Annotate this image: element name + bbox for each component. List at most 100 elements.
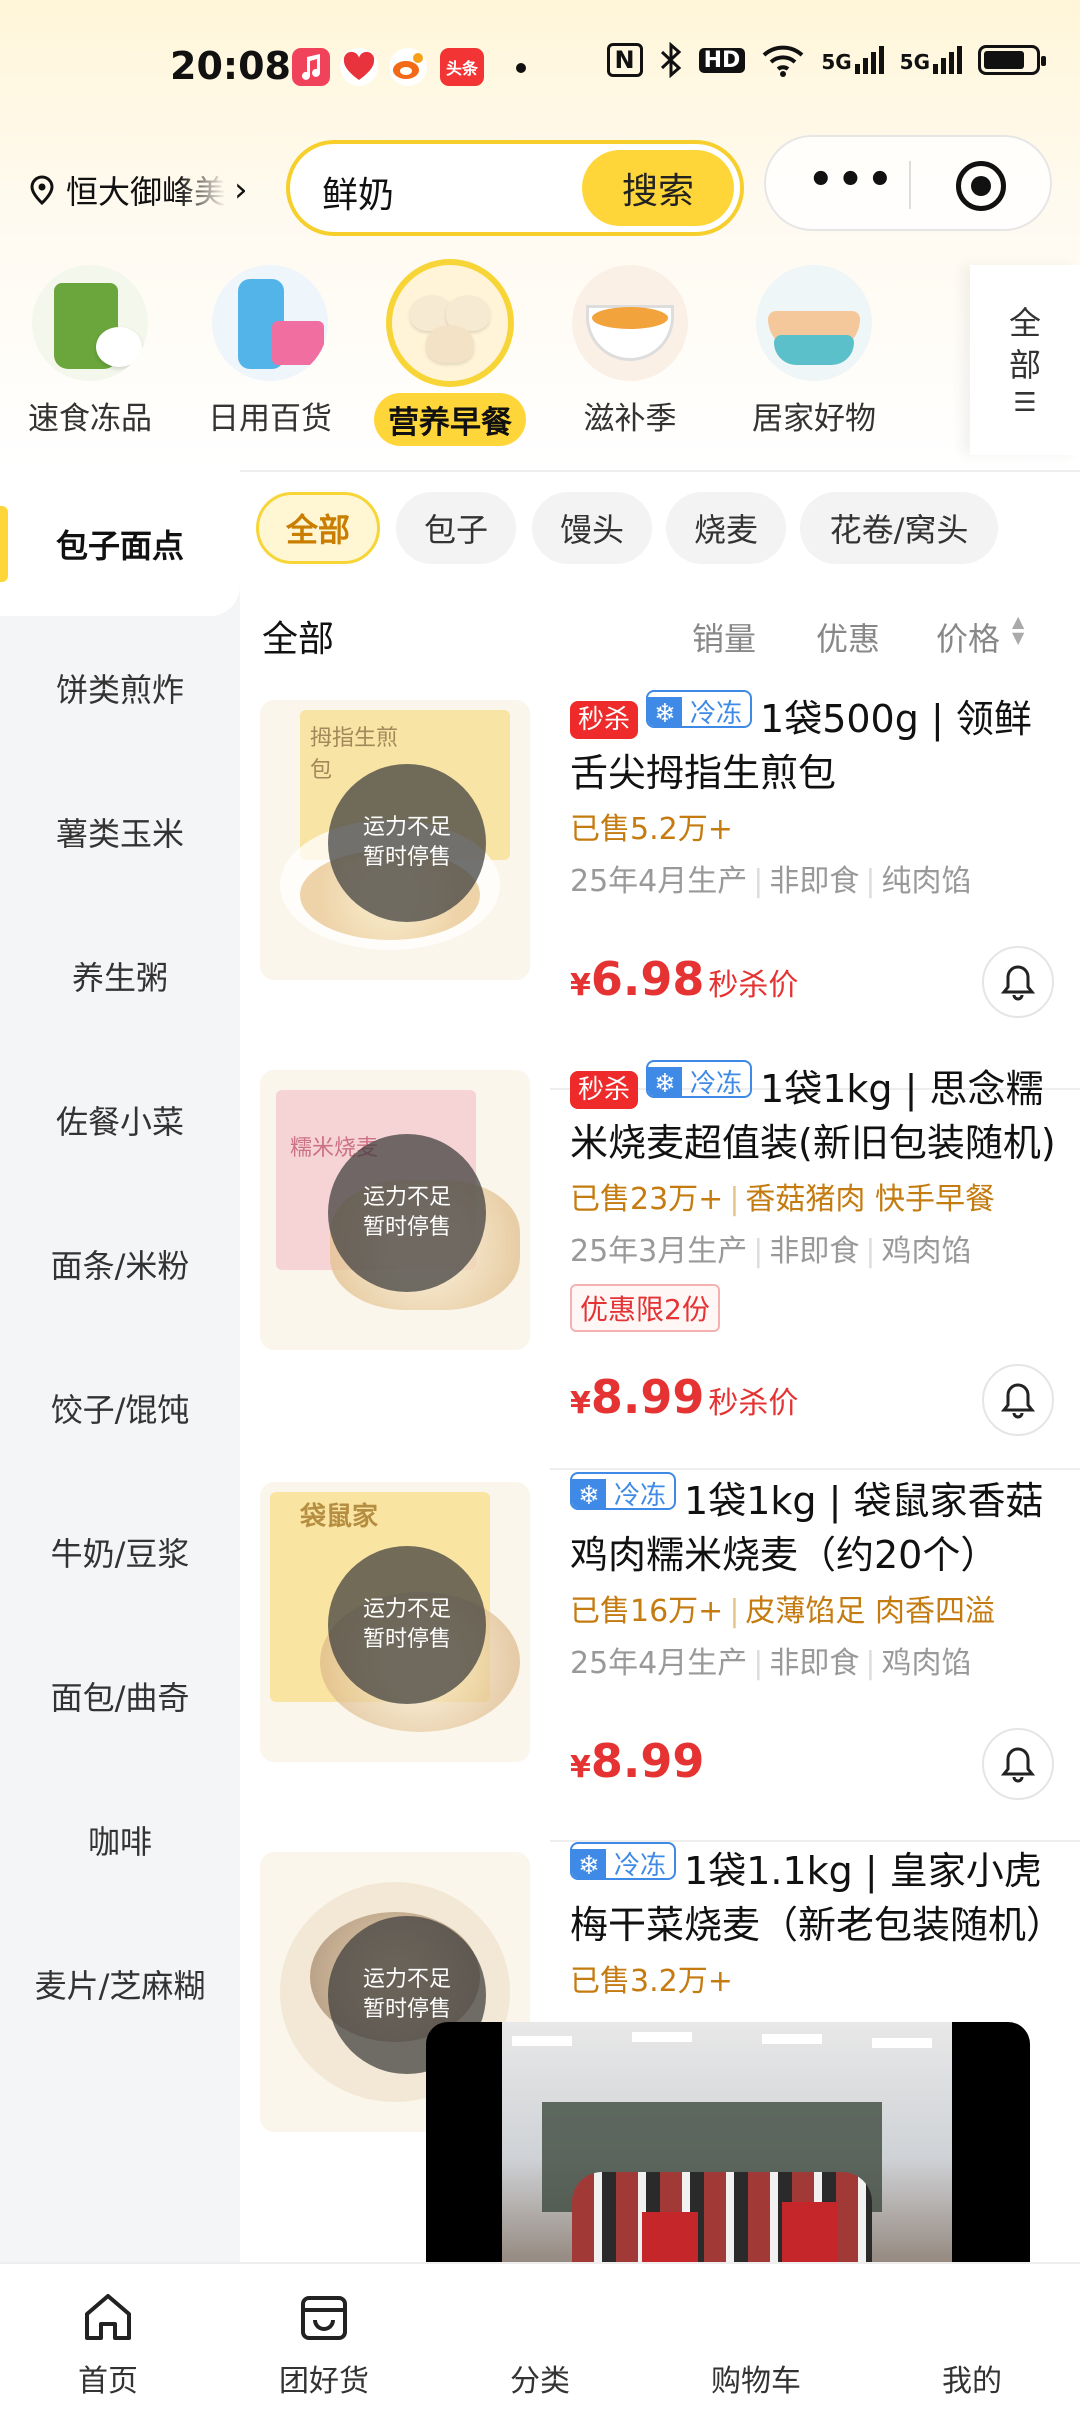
frozen-tag-text: 冷冻	[614, 1481, 667, 1510]
product-image: 拇指生煎包 运力不足 暂时停售	[260, 700, 530, 980]
all-categories-label: 全部	[1008, 304, 1041, 384]
sidebar-item[interactable]: 养生粥	[0, 904, 240, 1048]
music-app-icon	[292, 48, 330, 86]
sidebar-item-active[interactable]: 包子面点	[0, 472, 240, 616]
coupon-badge: 优惠限2份	[570, 1284, 720, 1332]
notify-bell-button[interactable]	[982, 1364, 1054, 1436]
sidebar-item[interactable]: 佐餐小菜	[0, 1048, 240, 1192]
search-input[interactable]: 鲜奶	[322, 166, 394, 218]
location-selector[interactable]: 恒大御峰美 ›	[26, 165, 261, 215]
nav-category[interactable]: 分类	[460, 2282, 620, 2400]
home-icon	[28, 2282, 188, 2352]
selling-points: 皮薄馅足 肉香四溢	[745, 1594, 995, 1629]
price-label: 秒杀价	[708, 1386, 799, 1421]
meta-item: 非即食	[769, 1646, 860, 1681]
heart-app-icon	[340, 48, 378, 86]
nav-home[interactable]: 首页	[28, 2282, 188, 2400]
product-title-text: 1袋500g | 领鲜舌尖拇指生煎包	[570, 697, 1032, 795]
sidebar-item[interactable]: 咖啡	[0, 1768, 240, 1912]
signal-icon: 5G	[900, 46, 962, 74]
signal-bar	[854, 64, 860, 74]
meta-item: 25年4月生产	[570, 864, 748, 899]
product-title-text: 1袋1kg | 思念糯米烧麦超值装(新旧包装随机)	[570, 1067, 1056, 1165]
sidebar-item[interactable]: 饺子/馄饨	[0, 1336, 240, 1480]
selling-points: 香菇猪肉 快手早餐	[745, 1182, 995, 1217]
sold-count: 已售3.2万+	[570, 1964, 733, 1999]
category-item-active[interactable]: 营养早餐	[360, 265, 540, 446]
snowflake-icon: ❄	[572, 1849, 606, 1878]
list-title: 全部	[262, 619, 335, 660]
category-item[interactable]: 居家好物	[724, 265, 904, 438]
search-bar[interactable]: 鲜奶 搜索	[286, 140, 744, 236]
category-item[interactable]: 滋补季	[540, 265, 720, 438]
snowflake-icon: ❄	[648, 1067, 683, 1096]
chip-mantou[interactable]: 馒头	[532, 492, 652, 564]
sort-by-sales[interactable]: 销量	[692, 614, 756, 660]
price-label: 秒杀价	[708, 968, 799, 1003]
currency-symbol: ¥	[570, 968, 591, 1003]
frozen-tag-text: 冷冻	[614, 1851, 667, 1880]
nfc-icon: N	[606, 43, 643, 77]
bottom-navigation: 首页 团好货 分类 购物车 我的	[0, 2262, 1080, 2412]
instant-food-image	[32, 265, 148, 381]
weibo-app-icon	[389, 48, 427, 86]
close-mini-program-icon[interactable]	[956, 161, 1006, 211]
product-card[interactable]: 袋鼠家 运力不足 暂时停售 ❄ 冷冻 1袋1kg | 袋鼠家香菇鸡肉糯米烧麦（约20…	[240, 1472, 1080, 1842]
product-image: 袋鼠家 运力不足 暂时停售	[260, 1482, 530, 1762]
profile-icon	[892, 2282, 1052, 2352]
chip-shaomai[interactable]: 烧麦	[666, 492, 786, 564]
sort-by-price[interactable]: 价格	[936, 614, 1000, 660]
notify-bell-button[interactable]	[982, 946, 1054, 1018]
sold-count: 已售16万+ | 皮薄馅足 肉香四溢	[570, 1586, 1060, 1630]
bell-icon	[1000, 1747, 1036, 1783]
product-meta: 25年4月生产 | 非即食 | 鸡肉馅	[570, 1638, 1060, 1682]
sidebar-item[interactable]: 薯类玉米	[0, 760, 240, 904]
sidebar-item[interactable]: 牛奶/豆浆	[0, 1480, 240, 1624]
nav-group-deals[interactable]: 团好货	[244, 2282, 404, 2400]
sidebar-item[interactable]: 面条/米粉	[0, 1192, 240, 1336]
category-item[interactable]: 日用百货	[180, 265, 360, 438]
signal-bar	[862, 58, 868, 74]
price-value: 8.99	[590, 1734, 705, 1788]
sold-out-overlay: 运力不足 暂时停售	[328, 1134, 486, 1292]
sold-divider: |	[729, 1182, 740, 1217]
bluetooth-icon	[660, 42, 681, 78]
signal-bar	[949, 52, 954, 74]
sort-by-discount[interactable]: 优惠	[816, 614, 880, 660]
sidebar-item[interactable]: 面包/曲奇	[0, 1624, 240, 1768]
all-categories-button[interactable]: 全部 ☰	[970, 265, 1080, 455]
chip-baozi[interactable]: 包子	[396, 492, 516, 564]
sidebar-item[interactable]: 饼类煎炸	[0, 616, 240, 760]
notify-bell-button[interactable]	[982, 1728, 1054, 1800]
product-info: ❄ 冷冻 1袋1.1kg | 皇家小虎梅干菜烧麦（新老包装随机） 已售3.2万+	[570, 1842, 1060, 2000]
frozen-tag: ❄ 冷冻	[646, 1060, 753, 1098]
meta-divider: |	[865, 1234, 876, 1269]
overlay-line: 运力不足	[362, 815, 451, 840]
location-text: 恒大御峰美	[66, 173, 226, 211]
nav-cart[interactable]: 购物车	[676, 2282, 836, 2400]
nav-profile[interactable]: 我的	[892, 2282, 1052, 2400]
dot-icon	[516, 63, 526, 73]
seckill-tag: 秒杀	[570, 1071, 639, 1109]
daily-goods-image	[212, 265, 328, 381]
category-item[interactable]: 速食冻品	[0, 265, 180, 438]
product-card[interactable]: 糯米烧麦 运力不足 暂时停售 秒杀 ❄ 冷冻 1袋1kg | 思念糯米烧麦超值装(新旧…	[240, 1060, 1080, 1470]
meta-item: 非即食	[769, 864, 860, 899]
product-info: ❄ 冷冻 1袋1kg | 袋鼠家香菇鸡肉糯米烧麦（约20个） 已售16万+ | 皮薄馅足…	[570, 1472, 1060, 1682]
nav-label: 分类	[510, 2364, 570, 2399]
more-icon[interactable]: •••	[808, 157, 897, 203]
capsule-divider	[909, 161, 911, 209]
search-button[interactable]: 搜索	[582, 150, 734, 226]
sidebar-item-label: 饼类煎炸	[55, 671, 184, 709]
category-label: 营养早餐	[374, 393, 526, 446]
chip-all[interactable]: 全部	[256, 492, 380, 564]
category-row: 速食冻品 日用百货 营养早餐 滋补季 居家好物	[0, 265, 1080, 455]
battery-icon	[978, 45, 1046, 75]
price-value: 6.98	[590, 952, 705, 1006]
sidebar-item[interactable]: 麦片/芝麻糊	[0, 1912, 240, 2056]
product-image: 糯米烧麦 运力不足 暂时停售	[260, 1070, 530, 1350]
snowflake-icon: ❄	[572, 1479, 606, 1508]
wifi-icon	[762, 45, 804, 77]
chip-huajuan[interactable]: 花卷/窝头	[800, 492, 998, 564]
product-card[interactable]: 拇指生煎包 运力不足 暂时停售 秒杀 ❄ 冷冻 1袋500g | 领鲜舌尖拇指生煎包 …	[240, 690, 1080, 1090]
